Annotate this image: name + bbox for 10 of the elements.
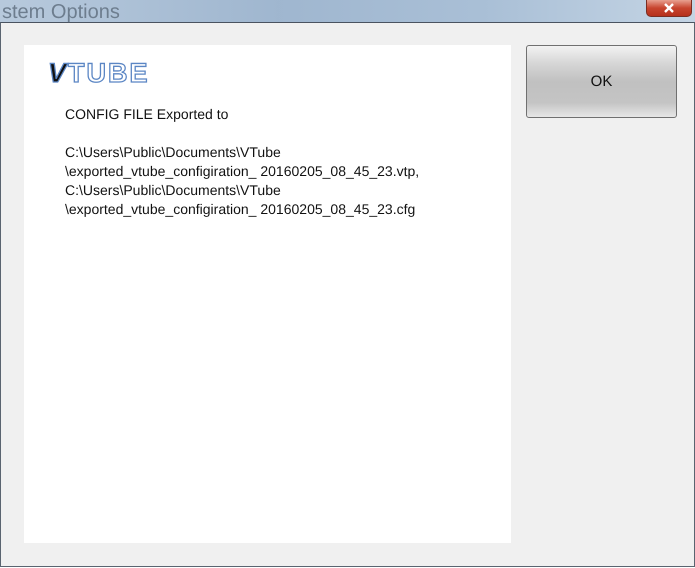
file-path: \exported_vtube_configiration_ 20160205_08_45_23.vtp, (65, 162, 420, 181)
message-heading: CONFIG FILE Exported to (65, 105, 230, 124)
file-path: C:\Users\Public\Documents\VTube (65, 181, 282, 200)
close-button[interactable] (646, 0, 692, 17)
close-icon (663, 3, 675, 13)
file-path: C:\Users\Public\Documents\VTube (65, 143, 282, 162)
background-window-title: stem Options (2, 2, 120, 22)
file-path: \exported_vtube_configiration_ 20160205_08_45_23.cfg (65, 200, 416, 219)
logo: VTUBE (48, 59, 150, 87)
ok-button[interactable]: OK (526, 45, 677, 118)
